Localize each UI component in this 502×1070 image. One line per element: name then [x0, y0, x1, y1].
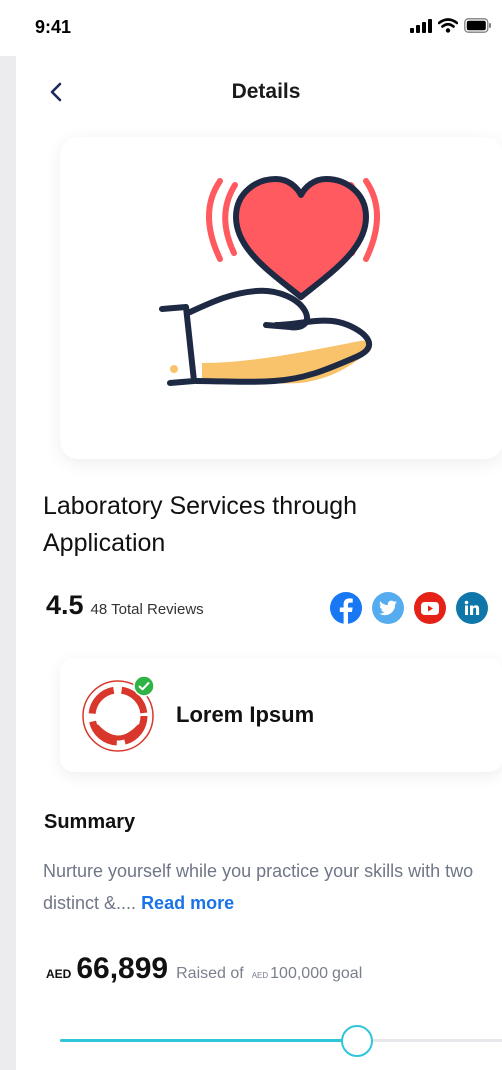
- page-title: Details: [231, 80, 301, 103]
- status-time: 9:41: [35, 17, 72, 37]
- rating-row: 4.5 48 Total Reviews: [46, 590, 204, 621]
- hero-card: [60, 137, 502, 459]
- funding-summary: AED 66,899 Raised of AED 100,000 goal: [46, 952, 362, 986]
- funding-progress-slider[interactable]: [60, 1024, 502, 1058]
- heart-in-hand-icon: [159, 176, 380, 386]
- rating-value: 4.5: [46, 590, 84, 620]
- organization-name: Lorem Ipsum: [176, 702, 315, 727]
- social-share-links: [330, 592, 488, 624]
- raised-label: Raised of: [176, 965, 244, 982]
- cellular-signal-icon: [410, 18, 432, 33]
- raised-currency: AED: [46, 967, 72, 981]
- battery-icon: [464, 18, 491, 33]
- status-icons: [410, 18, 492, 33]
- reviews-count: 48 Total Reviews: [90, 601, 204, 618]
- slider-thumb[interactable]: [340, 1025, 373, 1057]
- status-bar: 9:41: [0, 0, 502, 56]
- facebook-icon[interactable]: [330, 592, 362, 624]
- linkedin-icon[interactable]: [456, 592, 488, 624]
- goal-currency: AED: [251, 971, 269, 980]
- goal-amount: 100,000: [270, 965, 328, 982]
- raised-amount: 66,899: [76, 952, 169, 985]
- verified-badge-icon: [133, 675, 155, 697]
- wifi-icon: [438, 18, 458, 33]
- campaign-title: Laboratory Services through Application: [43, 492, 358, 557]
- summary-heading: Summary: [44, 811, 136, 833]
- summary-text: Nurture yourself while you practice your…: [43, 855, 488, 919]
- goal-label: goal: [332, 965, 363, 982]
- summary-body: Nurture yourself while you practice your…: [43, 861, 474, 913]
- organization-card[interactable]: Lorem Ipsum: [60, 658, 502, 772]
- nav-header: Details: [0, 70, 502, 116]
- twitter-icon[interactable]: [372, 592, 404, 624]
- read-more-link[interactable]: Read more: [141, 893, 234, 913]
- youtube-icon[interactable]: [414, 592, 446, 624]
- slider-fill: [60, 1039, 357, 1042]
